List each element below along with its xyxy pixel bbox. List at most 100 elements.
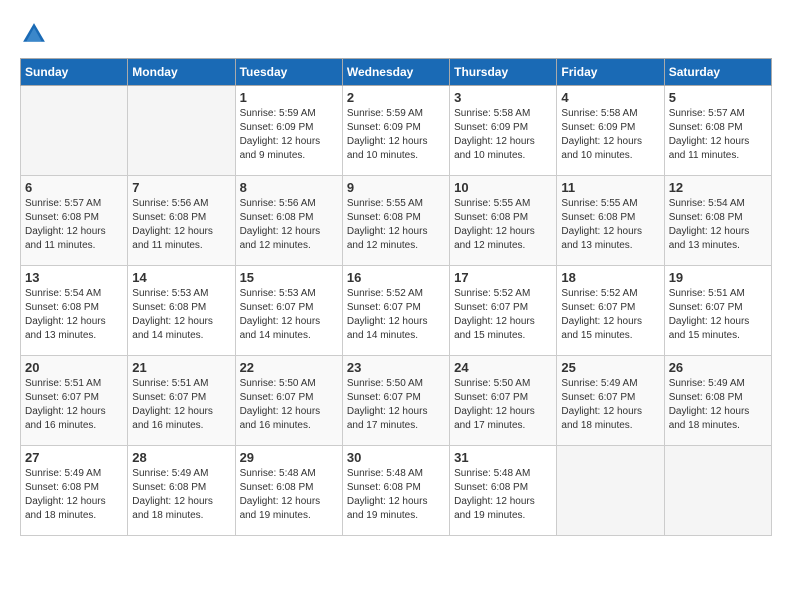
calendar-day-cell: 21 Sunrise: 5:51 AM Sunset: 6:07 PM Dayli… — [128, 356, 235, 446]
calendar-day-cell: 13 Sunrise: 5:54 AM Sunset: 6:08 PM Dayli… — [21, 266, 128, 356]
day-number: 23 — [347, 360, 445, 375]
day-info: Sunrise: 5:53 AM Sunset: 6:08 PM Dayligh… — [132, 287, 230, 343]
day-number: 15 — [240, 270, 338, 285]
logo — [20, 20, 52, 48]
day-number: 6 — [25, 180, 123, 195]
day-of-week-header: Friday — [557, 59, 664, 86]
day-of-week-header: Tuesday — [235, 59, 342, 86]
day-info: Sunrise: 5:50 AM Sunset: 6:07 PM Dayligh… — [454, 377, 552, 433]
calendar-day-cell — [557, 446, 664, 536]
calendar-day-cell: 3 Sunrise: 5:58 AM Sunset: 6:09 PM Daylig… — [450, 86, 557, 176]
day-info: Sunrise: 5:59 AM Sunset: 6:09 PM Dayligh… — [347, 107, 445, 163]
calendar-day-cell: 10 Sunrise: 5:55 AM Sunset: 6:08 PM Dayli… — [450, 176, 557, 266]
day-info: Sunrise: 5:55 AM Sunset: 6:08 PM Dayligh… — [561, 197, 659, 253]
day-number: 5 — [669, 90, 767, 105]
calendar-day-cell — [21, 86, 128, 176]
day-of-week-header: Monday — [128, 59, 235, 86]
day-number: 20 — [25, 360, 123, 375]
day-number: 10 — [454, 180, 552, 195]
day-number: 22 — [240, 360, 338, 375]
day-of-week-header: Thursday — [450, 59, 557, 86]
day-info: Sunrise: 5:49 AM Sunset: 6:08 PM Dayligh… — [25, 467, 123, 523]
calendar-day-cell: 9 Sunrise: 5:55 AM Sunset: 6:08 PM Daylig… — [342, 176, 449, 266]
calendar-day-cell: 29 Sunrise: 5:48 AM Sunset: 6:08 PM Dayli… — [235, 446, 342, 536]
day-info: Sunrise: 5:52 AM Sunset: 6:07 PM Dayligh… — [454, 287, 552, 343]
day-info: Sunrise: 5:55 AM Sunset: 6:08 PM Dayligh… — [454, 197, 552, 253]
day-number: 26 — [669, 360, 767, 375]
calendar-header-row: SundayMondayTuesdayWednesdayThursdayFrid… — [21, 59, 772, 86]
day-number: 29 — [240, 450, 338, 465]
day-info: Sunrise: 5:51 AM Sunset: 6:07 PM Dayligh… — [132, 377, 230, 433]
calendar-day-cell: 14 Sunrise: 5:53 AM Sunset: 6:08 PM Dayli… — [128, 266, 235, 356]
day-info: Sunrise: 5:56 AM Sunset: 6:08 PM Dayligh… — [240, 197, 338, 253]
calendar-day-cell: 30 Sunrise: 5:48 AM Sunset: 6:08 PM Dayli… — [342, 446, 449, 536]
day-info: Sunrise: 5:49 AM Sunset: 6:08 PM Dayligh… — [132, 467, 230, 523]
calendar-week-row: 13 Sunrise: 5:54 AM Sunset: 6:08 PM Dayli… — [21, 266, 772, 356]
day-number: 19 — [669, 270, 767, 285]
calendar-day-cell: 26Sunrise: 5:49 AM Sunset: 6:08 PM Dayli… — [664, 356, 771, 446]
calendar-day-cell: 15 Sunrise: 5:53 AM Sunset: 6:07 PM Dayli… — [235, 266, 342, 356]
day-number: 21 — [132, 360, 230, 375]
day-info: Sunrise: 5:50 AM Sunset: 6:07 PM Dayligh… — [240, 377, 338, 433]
day-number: 25 — [561, 360, 659, 375]
calendar-day-cell: 31Sunrise: 5:48 AM Sunset: 6:08 PM Dayli… — [450, 446, 557, 536]
calendar-day-cell — [664, 446, 771, 536]
day-info: Sunrise: 5:54 AM Sunset: 6:08 PM Dayligh… — [669, 197, 767, 253]
calendar-day-cell: 20 Sunrise: 5:51 AM Sunset: 6:07 PM Dayli… — [21, 356, 128, 446]
calendar-day-cell: 11 Sunrise: 5:55 AM Sunset: 6:08 PM Dayli… — [557, 176, 664, 266]
day-info: Sunrise: 5:49 AM Sunset: 6:07 PM Dayligh… — [561, 377, 659, 433]
day-info: Sunrise: 5:57 AM Sunset: 6:08 PM Dayligh… — [25, 197, 123, 253]
day-info: Sunrise: 5:54 AM Sunset: 6:08 PM Dayligh… — [25, 287, 123, 343]
day-info: Sunrise: 5:48 AM Sunset: 6:08 PM Dayligh… — [240, 467, 338, 523]
calendar-day-cell: 18 Sunrise: 5:52 AM Sunset: 6:07 PM Dayli… — [557, 266, 664, 356]
day-number: 4 — [561, 90, 659, 105]
calendar-week-row: 20 Sunrise: 5:51 AM Sunset: 6:07 PM Dayli… — [21, 356, 772, 446]
day-number: 3 — [454, 90, 552, 105]
calendar-day-cell: 5 Sunrise: 5:57 AM Sunset: 6:08 PM Daylig… — [664, 86, 771, 176]
day-number: 24 — [454, 360, 552, 375]
day-info: Sunrise: 5:52 AM Sunset: 6:07 PM Dayligh… — [561, 287, 659, 343]
day-info: Sunrise: 5:57 AM Sunset: 6:08 PM Dayligh… — [669, 107, 767, 163]
calendar-day-cell: 7 Sunrise: 5:56 AM Sunset: 6:08 PM Daylig… — [128, 176, 235, 266]
calendar-day-cell: 6 Sunrise: 5:57 AM Sunset: 6:08 PM Daylig… — [21, 176, 128, 266]
calendar-table: SundayMondayTuesdayWednesdayThursdayFrid… — [20, 58, 772, 536]
calendar-week-row: 1Sunrise: 5:59 AM Sunset: 6:09 PM Daylig… — [21, 86, 772, 176]
day-of-week-header: Wednesday — [342, 59, 449, 86]
logo-icon — [20, 20, 48, 48]
day-number: 12 — [669, 180, 767, 195]
day-info: Sunrise: 5:51 AM Sunset: 6:07 PM Dayligh… — [25, 377, 123, 433]
calendar-week-row: 6 Sunrise: 5:57 AM Sunset: 6:08 PM Daylig… — [21, 176, 772, 266]
day-info: Sunrise: 5:55 AM Sunset: 6:08 PM Dayligh… — [347, 197, 445, 253]
day-number: 18 — [561, 270, 659, 285]
day-number: 27 — [25, 450, 123, 465]
calendar-day-cell: 1Sunrise: 5:59 AM Sunset: 6:09 PM Daylig… — [235, 86, 342, 176]
day-number: 9 — [347, 180, 445, 195]
day-info: Sunrise: 5:48 AM Sunset: 6:08 PM Dayligh… — [347, 467, 445, 523]
day-info: Sunrise: 5:50 AM Sunset: 6:07 PM Dayligh… — [347, 377, 445, 433]
day-number: 13 — [25, 270, 123, 285]
calendar-day-cell: 23 Sunrise: 5:50 AM Sunset: 6:07 PM Dayli… — [342, 356, 449, 446]
day-number: 16 — [347, 270, 445, 285]
day-number: 30 — [347, 450, 445, 465]
day-number: 17 — [454, 270, 552, 285]
day-number: 31 — [454, 450, 552, 465]
calendar-day-cell: 19Sunrise: 5:51 AM Sunset: 6:07 PM Dayli… — [664, 266, 771, 356]
day-number: 7 — [132, 180, 230, 195]
day-info: Sunrise: 5:56 AM Sunset: 6:08 PM Dayligh… — [132, 197, 230, 253]
day-number: 28 — [132, 450, 230, 465]
calendar-day-cell — [128, 86, 235, 176]
calendar-day-cell: 12 Sunrise: 5:54 AM Sunset: 6:08 PM Dayli… — [664, 176, 771, 266]
calendar-day-cell: 4Sunrise: 5:58 AM Sunset: 6:09 PM Daylig… — [557, 86, 664, 176]
calendar-day-cell: 24 Sunrise: 5:50 AM Sunset: 6:07 PM Dayli… — [450, 356, 557, 446]
day-number: 2 — [347, 90, 445, 105]
day-number: 14 — [132, 270, 230, 285]
calendar-day-cell: 25 Sunrise: 5:49 AM Sunset: 6:07 PM Dayli… — [557, 356, 664, 446]
calendar-day-cell: 2 Sunrise: 5:59 AM Sunset: 6:09 PM Daylig… — [342, 86, 449, 176]
calendar-day-cell: 27 Sunrise: 5:49 AM Sunset: 6:08 PM Dayli… — [21, 446, 128, 536]
day-info: Sunrise: 5:58 AM Sunset: 6:09 PM Dayligh… — [454, 107, 552, 163]
day-info: Sunrise: 5:53 AM Sunset: 6:07 PM Dayligh… — [240, 287, 338, 343]
calendar-day-cell: 16 Sunrise: 5:52 AM Sunset: 6:07 PM Dayli… — [342, 266, 449, 356]
day-info: Sunrise: 5:52 AM Sunset: 6:07 PM Dayligh… — [347, 287, 445, 343]
calendar-day-cell: 8Sunrise: 5:56 AM Sunset: 6:08 PM Daylig… — [235, 176, 342, 266]
day-number: 11 — [561, 180, 659, 195]
